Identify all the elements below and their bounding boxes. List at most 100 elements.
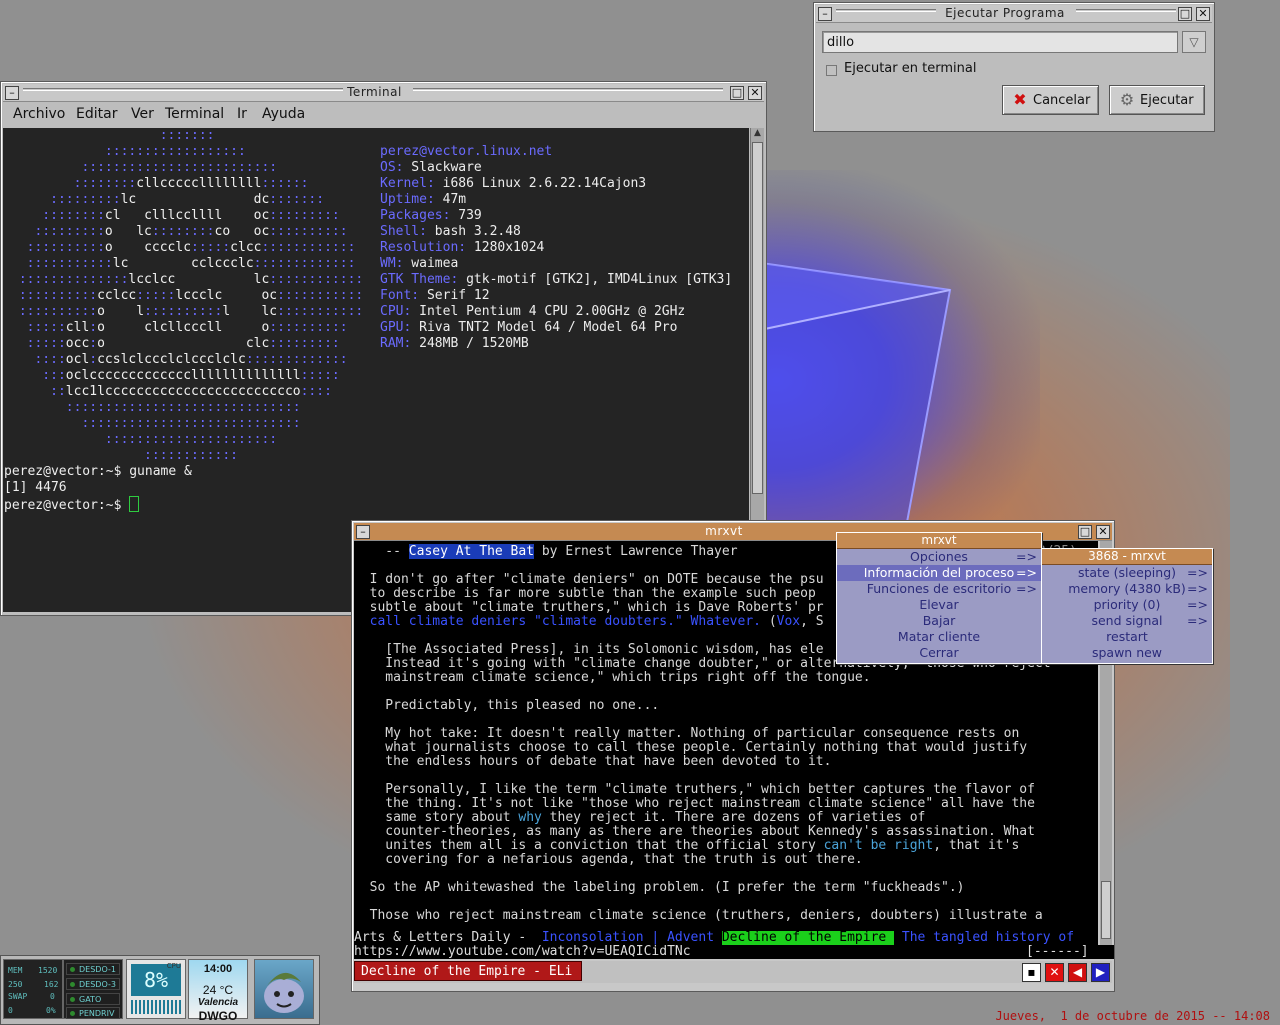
sysinfo-key: CPU: (380, 304, 412, 319)
window-menu-item[interactable]: Información del proceso => (837, 565, 1041, 581)
submenu-arrow-icon: => (1016, 581, 1037, 596)
run-in-terminal-checkbox[interactable] (826, 65, 837, 76)
mascot-icon (264, 972, 304, 1013)
close-tab-icon[interactable]: ✕ (1045, 963, 1064, 982)
process-menu-item-label: restart (1106, 629, 1148, 644)
close-icon[interactable]: ✕ (1196, 7, 1210, 21)
menu-ir[interactable]: Ir (237, 106, 247, 122)
process-menu-item[interactable]: restart (1042, 629, 1212, 645)
text-line: -- Casey At The Bat by Ernest Lawrence T… (354, 544, 738, 559)
process-menu-item[interactable]: state (sleeping) => (1042, 565, 1212, 581)
text-line: I don't go after "climate deniers" on DO… (354, 573, 824, 587)
avatar[interactable] (254, 959, 314, 1019)
menu-editar[interactable]: Editar (76, 106, 117, 122)
menu-ver[interactable]: Ver (131, 106, 154, 122)
desktop-3[interactable]: DESDO-3 (66, 978, 120, 990)
text-span: mainstream climate science," which trips… (354, 670, 871, 685)
dialog-titlebar[interactable]: – Ejecutar Programa □ ✕ (816, 5, 1212, 23)
window-menu-item[interactable]: Funciones de escritorio => (837, 581, 1041, 597)
window-menu-item[interactable]: Elevar (837, 597, 1041, 613)
process-menu-item[interactable]: spawn new (1042, 645, 1212, 661)
sysinfo-value: gtk-motif [GTK2], IMD4Linux [GTK3] (458, 272, 733, 287)
scrollbar-thumb[interactable] (752, 142, 763, 494)
window-menu-item[interactable]: Bajar (837, 613, 1041, 629)
sysinfo-key: perez@vector.linux.net (380, 144, 553, 159)
window-menu-icon[interactable]: – (818, 7, 832, 21)
menu-archivo[interactable]: Archivo (13, 106, 65, 122)
window-menu-icon[interactable]: – (5, 86, 19, 100)
mem-label: MEM (8, 966, 23, 975)
menu-terminal[interactable]: Terminal (165, 106, 224, 122)
window-menu-item[interactable]: Matar cliente (837, 629, 1041, 645)
window-menu-icon[interactable]: – (356, 525, 370, 539)
progress-indicator: [------] (1026, 944, 1089, 959)
process-menu-item-label: state (sleeping) (1077, 565, 1177, 580)
hyperlink[interactable]: can't be right (824, 838, 934, 853)
scroll-up-arrow-icon[interactable]: ▲ (751, 128, 764, 140)
text-span: I don't go after "climate deniers" on DO… (354, 572, 824, 587)
maximize-icon[interactable]: □ (730, 86, 744, 100)
command-input[interactable]: dillo (822, 31, 1178, 53)
submenu-arrow-icon: => (1187, 565, 1208, 580)
text-line: the thing. It's not like "those who reje… (354, 797, 1035, 811)
hyperlink[interactable]: Casey At The Bat (408, 544, 535, 559)
hyperlink[interactable]: Vox (777, 614, 800, 629)
scrollbar-thumb[interactable] (1101, 881, 1111, 939)
tab-active[interactable]: Decline of the Empire - ELi (354, 961, 582, 981)
previous-tab-icon[interactable]: ◀ (1068, 963, 1087, 982)
date-clock: Jueves, 1 de octubre de 2015 -- 14:08 (995, 1009, 1270, 1023)
window-menu-item-label: Cerrar (919, 645, 959, 660)
sysinfo-key: Resolution: (380, 240, 467, 255)
window-menu-item-label: Matar cliente (897, 629, 981, 644)
status-link[interactable]: The tangled history of (894, 931, 1074, 945)
distro-ascii-logo: ::::::: :::::::::::::::::: :::::::::::::… (18, 128, 364, 463)
desktop-switcher: DESDO-1 DESDO-3 GATO PENDRIV (63, 959, 123, 1019)
sysinfo-key: OS: (380, 160, 404, 175)
dockapp-bar: MEM 1520 250 162 SWAP 0 0 0% DESDO-1 DES… (0, 955, 320, 1025)
sysinfo-line: WM: waimea (380, 256, 732, 272)
execute-button[interactable]: ⚙ Ejecutar (1109, 85, 1205, 115)
menubar: Archivo Editar Ver Terminal Ir Ayuda (4, 103, 763, 125)
next-tab-icon[interactable]: ▶ (1091, 963, 1110, 982)
window-menu-item[interactable]: Opciones => (837, 549, 1041, 565)
status-link[interactable]: Inconsolation | Advent (534, 931, 722, 945)
process-menu-item[interactable]: priority (0) => (1042, 597, 1212, 613)
text-span: So the AP whitewashed the labeling probl… (354, 880, 965, 895)
maximize-icon[interactable]: □ (1178, 7, 1192, 21)
close-icon[interactable]: ✕ (1096, 525, 1110, 539)
dropdown-arrow-icon[interactable]: ▽ (1182, 31, 1206, 53)
text-line: Predictably, this pleased no one... (354, 699, 659, 713)
window-menu-item-label: Opciones (910, 549, 968, 564)
shell-prompt[interactable]: perez@vector:~$ guname & [1] 4476 perez@… (4, 464, 192, 514)
sysinfo-key: GPU: (380, 320, 412, 335)
sysinfo-line: OS: Slackware (380, 160, 732, 176)
prompt-line-1: perez@vector:~$ guname & (4, 464, 192, 479)
hyperlink[interactable]: call climate deniers "climate doubters."… (354, 614, 761, 629)
desktop-1[interactable]: DESDO-1 (66, 963, 120, 975)
execute-label: Ejecutar (1140, 93, 1194, 108)
process-menu-item[interactable]: send signal => (1042, 613, 1212, 629)
text-span: counter-theories, as many as there are t… (354, 824, 1035, 839)
sysinfo-value: 1280x1024 (466, 240, 545, 255)
process-info-submenu: 3868 - mrxvt state (sleeping) => memory (43… (1041, 548, 1213, 664)
text-line: My hot take: It doesn't really matter. N… (354, 727, 1019, 741)
cancel-button[interactable]: ✖ Cancelar (1002, 85, 1099, 115)
status-link[interactable]: Decline of the Empire (721, 931, 895, 945)
text-line: Those who reject mainstream climate scie… (354, 909, 1043, 923)
window-menu-title: mrxvt (837, 533, 1041, 549)
terminal-icon[interactable]: ▪ (1022, 963, 1041, 982)
process-menu-item[interactable]: memory (4380 kB) => (1042, 581, 1212, 597)
close-icon[interactable]: ✕ (748, 86, 762, 100)
terminal-titlebar[interactable]: – Terminal □ ✕ (3, 84, 764, 102)
text-span: the endless hours of debate that have be… (354, 754, 832, 769)
desktop-pendriv[interactable]: PENDRIV (66, 1007, 120, 1019)
maximize-icon[interactable]: □ (1078, 525, 1092, 539)
cpu-monitor: 8% CPU (126, 959, 186, 1019)
desktop-gato[interactable]: GATO (66, 993, 120, 1005)
sysinfo-line: Font: Serif 12 (380, 288, 732, 304)
hyperlink[interactable]: why (518, 810, 541, 825)
menu-ayuda[interactable]: Ayuda (262, 106, 305, 122)
text-span: Those who reject mainstream climate scie… (354, 908, 1043, 923)
text-line: covering for a nefarious agenda, that th… (354, 853, 862, 867)
window-menu-item[interactable]: Cerrar (837, 645, 1041, 661)
